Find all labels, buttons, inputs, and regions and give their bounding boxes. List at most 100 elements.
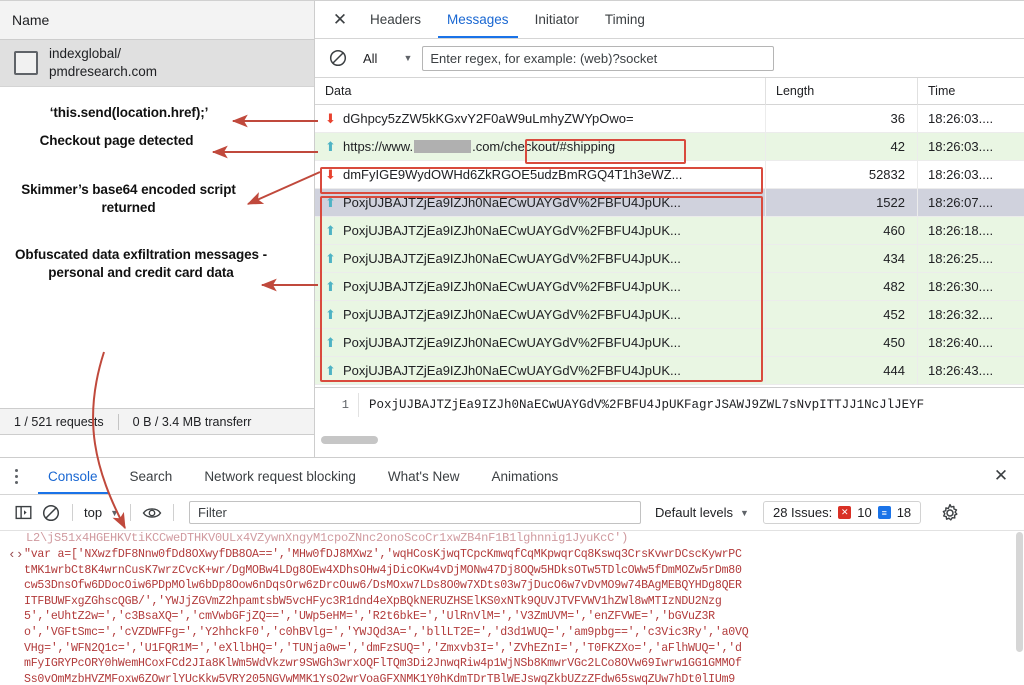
tab-whats-new[interactable]: What's New	[372, 458, 476, 494]
message-data-cell: ⬆ PoxjUJBAJTZjEa9IZJh0NaECwUAYGdV%2FBFU4…	[315, 195, 765, 210]
messages-filter-bar: All ▼	[315, 39, 1024, 78]
console-drawer: Console Search Network request blocking …	[0, 457, 1024, 685]
more-options-icon[interactable]	[0, 458, 32, 494]
left-pane-filler	[0, 435, 315, 457]
tab-console[interactable]: Console	[32, 458, 114, 494]
table-row[interactable]: ⬆ PoxjUJBAJTZjEa9IZJh0NaECwUAYGdV%2FBFU4…	[315, 301, 1024, 329]
network-requests-pane: Name indexglobal/pmdresearch.com ‘this.s…	[0, 0, 315, 457]
name-column-header[interactable]: Name	[0, 1, 314, 40]
message-type-filter[interactable]: All ▼	[363, 51, 412, 66]
tab-timing[interactable]: Timing	[592, 1, 658, 38]
message-time-cell: 18:26:03....	[917, 133, 1024, 161]
issues-info-count: 18	[897, 505, 911, 520]
arrow-up-icon: ⬆	[323, 308, 338, 321]
issues-counter[interactable]: 28 Issues: ✕ 10 ≡ 18	[763, 501, 921, 524]
message-length-cell: 482	[765, 273, 917, 301]
tab-messages[interactable]: Messages	[434, 1, 522, 38]
column-header-time[interactable]: Time	[917, 78, 1024, 105]
message-time-cell: 18:26:18....	[917, 217, 1024, 245]
message-data-text: PoxjUJBAJTZjEa9IZJh0NaECwUAYGdV%2FBFU4Jp…	[343, 335, 681, 350]
message-time-cell: 18:26:30....	[917, 273, 1024, 301]
tab-initiator[interactable]: Initiator	[522, 1, 592, 38]
log-levels-select[interactable]: Default levels ▼	[655, 505, 749, 520]
table-row[interactable]: ⬇ dGhpcy5zZW5kKGxvY2F0aW9uLmhyZWYpOwo= 3…	[315, 105, 1024, 133]
requests-count: 1 / 521 requests	[0, 415, 118, 429]
console-vertical-scrollbar[interactable]	[1016, 532, 1023, 652]
messages-table-header: Data Length Time	[315, 78, 1024, 105]
message-time-cell: 18:26:03....	[917, 161, 1024, 189]
console-line: o','VGFtSmc=','cVZDWFFg=','Y2hhckF0','c0…	[24, 626, 748, 639]
chevron-down-icon: ▼	[403, 53, 412, 63]
console-filter-input[interactable]	[189, 501, 641, 524]
top-area: Name indexglobal/pmdresearch.com ‘this.s…	[0, 0, 1024, 457]
clear-icon[interactable]	[325, 45, 351, 71]
message-data-cell: ⬆ PoxjUJBAJTZjEa9IZJh0NaECwUAYGdV%2FBFU4…	[315, 363, 765, 378]
sidebar-toggle-icon[interactable]	[9, 499, 37, 527]
message-time-cell: 18:26:07....	[917, 189, 1024, 217]
info-icon: ≡	[878, 506, 891, 519]
console-log-entry[interactable]: ‹› "var a=['NXwzfDF8Nnw0fDd8OXwyfDB8OA==…	[0, 545, 1024, 685]
tab-animations[interactable]: Animations	[475, 458, 574, 494]
gear-icon[interactable]	[937, 500, 963, 526]
message-type-filter-label: All	[363, 51, 377, 66]
request-row[interactable]: indexglobal/pmdresearch.com	[0, 40, 314, 87]
message-data-cell: ⬆ PoxjUJBAJTZjEa9IZJh0NaECwUAYGdV%2FBFU4…	[315, 307, 765, 322]
annotation-checkout-detected: Checkout page detected	[14, 132, 219, 150]
console-line: ITFBUWFxgZGhscQGB/','YWJjZGVmZ2hpamtsbW5…	[24, 595, 722, 608]
console-line: VHg=','WFN2Q1c=','U1FQR1M=','eXllbHQ=','…	[24, 642, 742, 655]
request-detail-pane: ✕ Headers Messages Initiator Timing All …	[315, 0, 1024, 457]
messages-table: Data Length Time ⬇ dGhpcy5zZW5kKGxvY2F0a…	[315, 78, 1024, 385]
expand-arrow-icon[interactable]: ‹›	[8, 547, 24, 685]
message-length-cell: 450	[765, 329, 917, 357]
console-output[interactable]: L2\jS51x4HGEHKVtiKCCweDTHKV0ULx4VZywnXng…	[0, 531, 1024, 685]
message-length-cell: 1522	[765, 189, 917, 217]
message-detail-content: PoxjUJBAJTZjEa9IZJh0NaECwUAYGdV%2FBFU4Jp…	[359, 398, 924, 412]
table-row[interactable]: ⬆ PoxjUJBAJTZjEa9IZJh0NaECwUAYGdV%2FBFU4…	[315, 273, 1024, 301]
execution-context-select[interactable]: top ▼	[80, 505, 123, 520]
message-data-cell: ⬆ PoxjUJBAJTZjEa9IZJh0NaECwUAYGdV%2FBFU4…	[315, 335, 765, 350]
message-data-cell: ⬇ dGhpcy5zZW5kKGxvY2F0aW9uLmhyZWYpOwo=	[315, 111, 765, 126]
table-row[interactable]: ⬆ https://www..com/checkout/#shipping 42…	[315, 133, 1024, 161]
column-header-length[interactable]: Length	[765, 78, 917, 105]
console-toolbar: top ▼ Default levels ▼ 28 Issues: ✕ 10 ≡	[0, 495, 1024, 531]
message-time-cell: 18:26:03....	[917, 105, 1024, 133]
tab-network-request-blocking[interactable]: Network request blocking	[188, 458, 372, 494]
table-row[interactable]: ⬆ PoxjUJBAJTZjEa9IZJh0NaECwUAYGdV%2FBFU4…	[315, 189, 1024, 217]
message-data-cell: ⬇ dmFyIGE9WydOWHd6ZkRGOE5udzBmRGQ4T1h3eW…	[315, 167, 765, 182]
close-detail-icon[interactable]: ✕	[323, 1, 357, 38]
table-row[interactable]: ⬆ PoxjUJBAJTZjEa9IZJh0NaECwUAYGdV%2FBFU4…	[315, 329, 1024, 357]
table-row[interactable]: ⬆ PoxjUJBAJTZjEa9IZJh0NaECwUAYGdV%2FBFU4…	[315, 217, 1024, 245]
horizontal-scrollbar[interactable]	[321, 436, 378, 444]
message-data-cell: ⬆ PoxjUJBAJTZjEa9IZJh0NaECwUAYGdV%2FBFU4…	[315, 223, 765, 238]
console-line: "var a=['NXwzfDF8Nnw0fDd8OXwyfDB8OA==','…	[24, 548, 742, 561]
arrow-up-icon: ⬆	[323, 252, 338, 265]
regex-filter-input[interactable]	[422, 46, 774, 71]
arrow-up-icon: ⬆	[323, 280, 338, 293]
message-data-text: PoxjUJBAJTZjEa9IZJh0NaECwUAYGdV%2FBFU4Jp…	[343, 251, 681, 266]
tab-search[interactable]: Search	[114, 458, 189, 494]
chevron-down-icon: ▼	[740, 508, 749, 518]
devtools-screenshot: Name indexglobal/pmdresearch.com ‘this.s…	[0, 0, 1024, 685]
message-data-text: https://www..com/checkout/#shipping	[343, 139, 615, 154]
request-name-line2: pmdresearch.com	[49, 64, 157, 79]
detail-tabbar: ✕ Headers Messages Initiator Timing	[315, 1, 1024, 39]
table-row[interactable]: ⬆ PoxjUJBAJTZjEa9IZJh0NaECwUAYGdV%2FBFU4…	[315, 245, 1024, 273]
message-time-cell: 18:26:25....	[917, 245, 1024, 273]
chevron-down-icon: ▼	[110, 508, 119, 518]
arrow-up-icon: ⬆	[323, 224, 338, 237]
table-row[interactable]: ⬇ dmFyIGE9WydOWHd6ZkRGOE5udzBmRGQ4T1h3eW…	[315, 161, 1024, 189]
tab-headers[interactable]: Headers	[357, 1, 434, 38]
toolbar-divider	[130, 504, 131, 521]
close-drawer-icon[interactable]: ✕	[978, 458, 1024, 494]
column-header-data[interactable]: Data	[315, 78, 765, 105]
console-line: mFyIGRYPcORY0hWemHCoxFCd2JIa8KlWm5WdVkzw…	[24, 657, 742, 670]
table-row[interactable]: ⬆ PoxjUJBAJTZjEa9IZJh0NaECwUAYGdV%2FBFU4…	[315, 357, 1024, 385]
message-length-cell: 434	[765, 245, 917, 273]
clear-console-icon[interactable]	[37, 499, 65, 527]
message-length-cell: 460	[765, 217, 917, 245]
toolbar-divider	[72, 504, 73, 521]
arrow-up-icon: ⬆	[323, 336, 338, 349]
error-icon: ✕	[838, 506, 851, 519]
message-data-cell: ⬆ https://www..com/checkout/#shipping	[315, 139, 765, 154]
eye-icon[interactable]	[138, 499, 166, 527]
